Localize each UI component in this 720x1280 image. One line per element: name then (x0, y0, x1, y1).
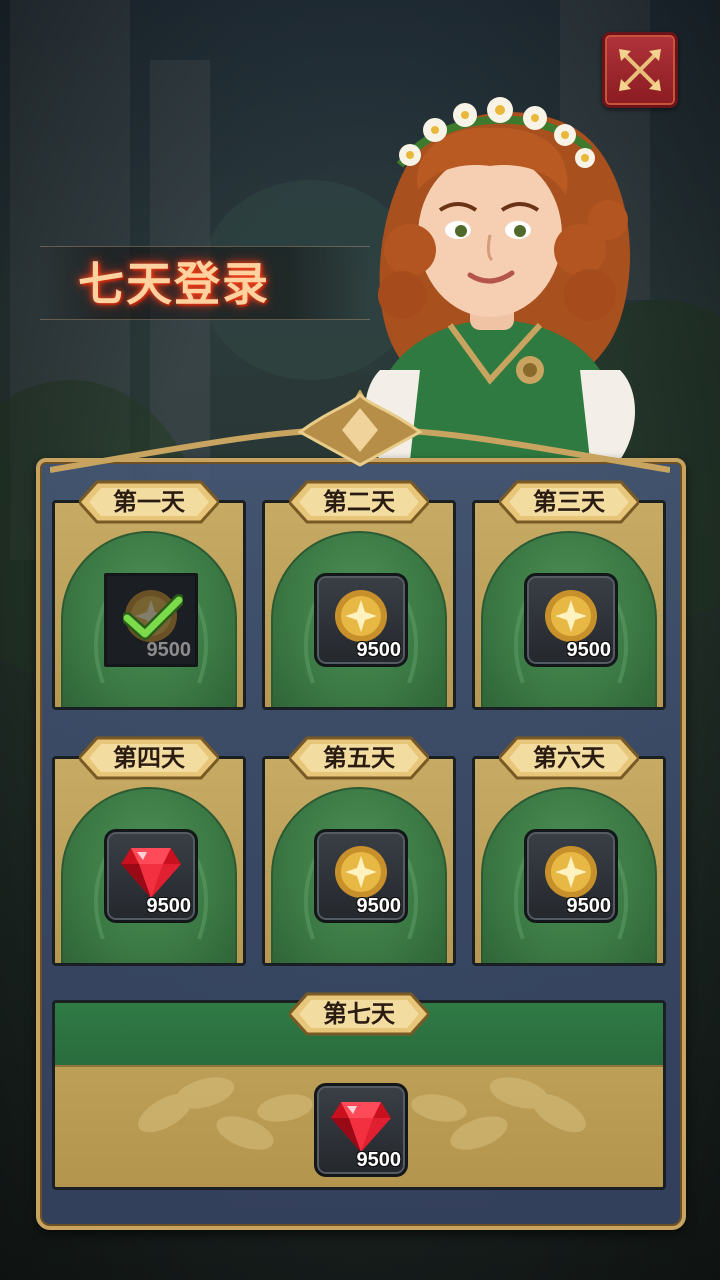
day-label-4: 第四天 (79, 732, 219, 784)
reward-slot: 9500 (524, 829, 618, 923)
reward-amount: 9500 (566, 639, 612, 661)
day-card-5[interactable]: 9500 (262, 756, 456, 966)
reward-slot: 9500 (314, 573, 408, 667)
day-label-5: 第五天 (289, 732, 429, 784)
reward-amount: 9500 (356, 1149, 402, 1171)
reward-amount: 9500 (146, 639, 192, 661)
gold-coin-icon (335, 590, 387, 642)
day-label-3: 第三天 (499, 476, 639, 528)
reward-slot: 9500 (104, 829, 198, 923)
reward-slot: 9500 (314, 1083, 408, 1177)
reward-slot: 9500 (314, 829, 408, 923)
ruby-gem-icon (121, 848, 181, 898)
day-card-6[interactable]: 9500 (472, 756, 666, 966)
ruby-gem-icon (331, 1102, 391, 1152)
day-card-2[interactable]: 9500 (262, 500, 456, 710)
day-card-3[interactable]: 9500 (472, 500, 666, 710)
day-label-1: 第一天 (79, 476, 219, 528)
day-card-1[interactable]: 9500 (52, 500, 246, 710)
panel-crest-ornament (50, 390, 670, 473)
gold-coin-icon (545, 590, 597, 642)
gold-coin-icon (545, 846, 597, 898)
day-label-7: 第七天 (289, 988, 429, 1040)
gold-coin-icon (335, 846, 387, 898)
reward-slot: 9500 (104, 573, 198, 667)
reward-amount: 9500 (356, 639, 402, 661)
day-card-4[interactable]: 9500 (52, 756, 246, 966)
day-label-2: 第二天 (289, 476, 429, 528)
reward-amount: 9500 (566, 895, 612, 917)
page-title: 七天登录 (78, 257, 270, 311)
reward-slot: 9500 (524, 573, 618, 667)
reward-amount: 9500 (146, 895, 192, 917)
reward-amount: 9500 (356, 895, 402, 917)
checkmark-icon (123, 594, 183, 640)
day-label-6: 第六天 (499, 732, 639, 784)
